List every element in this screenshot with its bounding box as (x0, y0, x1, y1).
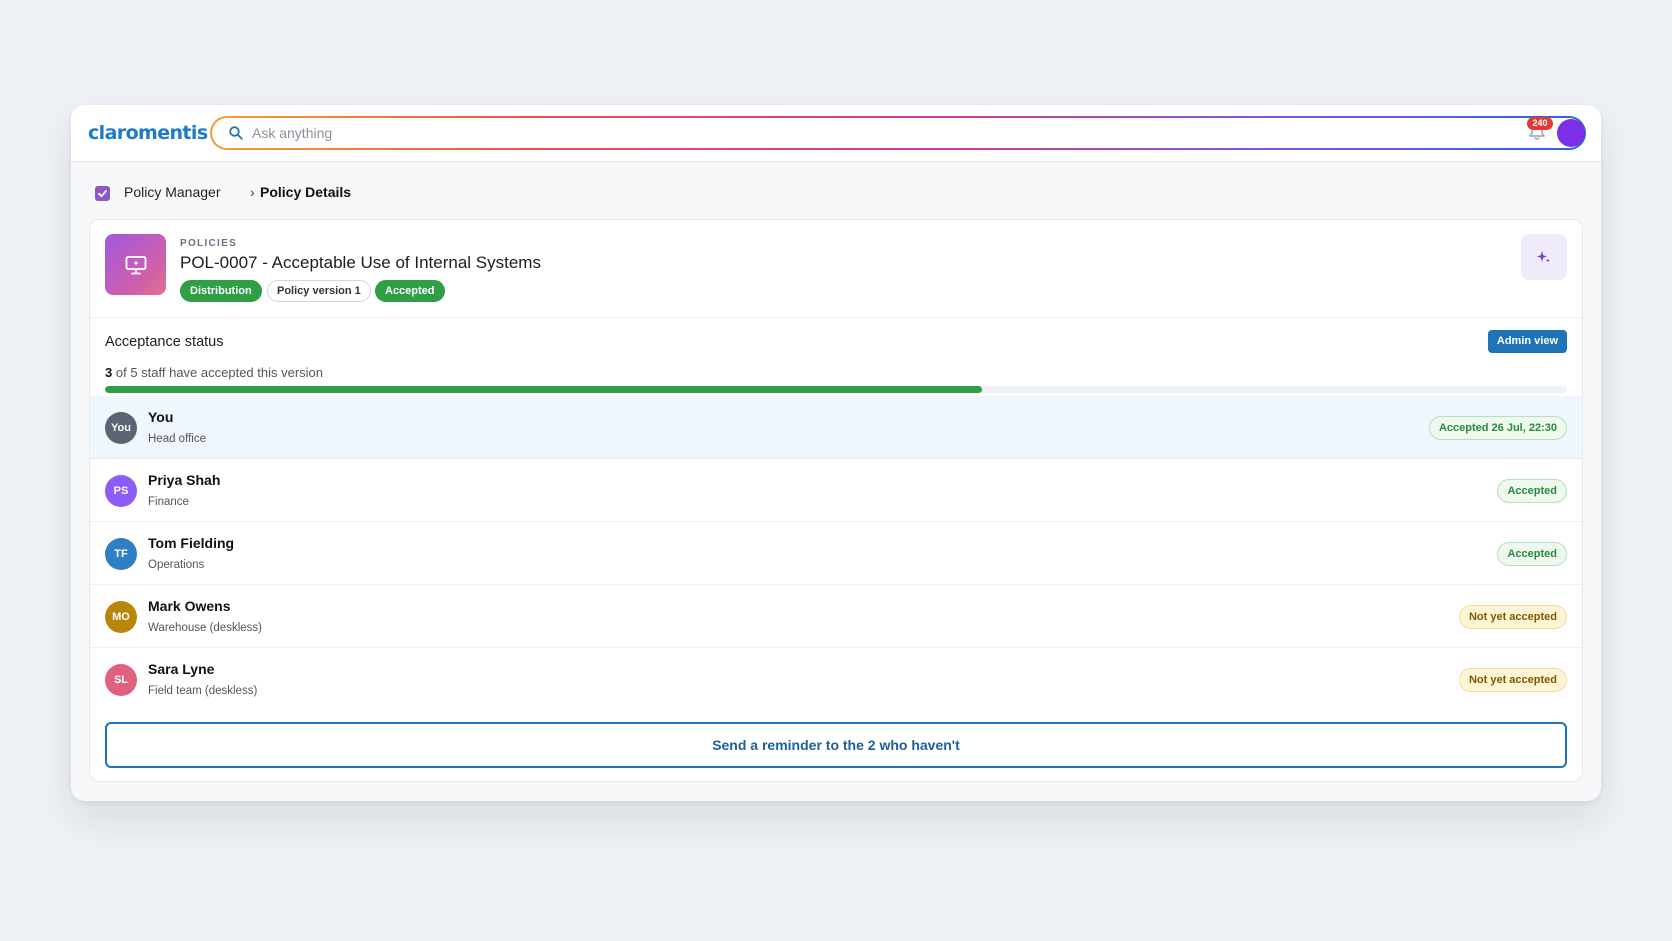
tag-accepted: Accepted (375, 280, 445, 302)
policy-header: POLICIES POL-0007 - Acceptable Use of In… (90, 220, 1582, 318)
acceptance-title: Acceptance status (105, 334, 224, 350)
policy-card: POLICIES POL-0007 - Acceptable Use of In… (89, 219, 1583, 782)
tag-policy-version: Policy version 1 (267, 280, 371, 302)
search-bar[interactable] (210, 116, 1586, 150)
accepted-count: 3 (105, 365, 113, 380)
avatar: TF (105, 538, 137, 570)
staff-name: Mark Owens (148, 598, 231, 614)
staff-row-sara-lyne: SL Sara Lyne Field team (deskless) Not y… (90, 648, 1582, 711)
staff-list: You You Head office Accepted 26 Jul, 22:… (90, 396, 1582, 711)
staff-department: Field team (deskless) (148, 685, 258, 697)
breadcrumb-parent[interactable]: Policy Manager (124, 184, 221, 200)
acceptance-progress-bar (105, 386, 1567, 393)
avatar: MO (105, 601, 137, 633)
notification-badge: 240 (1527, 117, 1553, 130)
policy-icon-tile (105, 234, 166, 295)
policy-title: POL-0007 - Acceptable Use of Internal Sy… (180, 253, 541, 272)
user-avatar[interactable] (1557, 119, 1585, 147)
staff-name: You (148, 409, 174, 425)
search-icon (229, 126, 243, 140)
staff-row-you: You You Head office Accepted 26 Jul, 22:… (90, 396, 1582, 459)
sparkle-icon (1537, 251, 1550, 263)
avatar: You (105, 412, 137, 444)
app-logo[interactable]: claromentis (88, 122, 208, 144)
staff-row-priya-shah: PS Priya Shah Finance Accepted (90, 459, 1582, 522)
acceptance-summary-text: of 5 staff have accepted this version (115, 365, 324, 380)
avatar: PS (105, 475, 137, 507)
acceptance-summary: 3 of 5 staff have accepted this version (105, 365, 323, 380)
staff-department: Operations (148, 559, 205, 571)
monitor-icon (125, 256, 147, 275)
staff-name: Sara Lyne (148, 661, 215, 677)
status-badge: Not yet accepted (1458, 605, 1567, 629)
status-badge: Accepted (1497, 479, 1567, 503)
search-input[interactable] (252, 118, 1552, 148)
acceptance-progress-fill (105, 386, 983, 393)
app-window: claromentis 240 Policy Manager › Policy … (71, 105, 1601, 801)
staff-row-tom-fielding: TF Tom Fielding Operations Accepted (90, 522, 1582, 585)
status-badge: Not yet accepted (1458, 668, 1567, 692)
admin-view-button[interactable]: Admin view (1487, 330, 1567, 353)
avatar: SL (105, 664, 137, 696)
tag-distribution: Distribution (180, 280, 262, 302)
status-badge: Accepted (1497, 542, 1567, 566)
send-reminder-button[interactable]: Send a reminder to the 2 who haven't (105, 722, 1567, 768)
ai-assist-button[interactable] (1521, 234, 1567, 280)
search-inner (212, 118, 1584, 148)
staff-name: Priya Shah (148, 472, 221, 488)
breadcrumb-current: Policy Details (260, 184, 352, 200)
policy-eyebrow: POLICIES (180, 238, 238, 249)
checkbox-icon (95, 186, 110, 201)
staff-name: Tom Fielding (148, 535, 235, 551)
staff-department: Finance (148, 496, 189, 508)
top-bar: claromentis 240 (71, 105, 1601, 162)
status-badge: Accepted 26 Jul, 22:30 (1428, 416, 1567, 440)
staff-department: Head office (148, 433, 206, 445)
breadcrumb-separator: › (250, 184, 255, 200)
staff-department: Warehouse (deskless) (148, 622, 262, 634)
staff-row-mark-owens: MO Mark Owens Warehouse (deskless) Not y… (90, 585, 1582, 648)
